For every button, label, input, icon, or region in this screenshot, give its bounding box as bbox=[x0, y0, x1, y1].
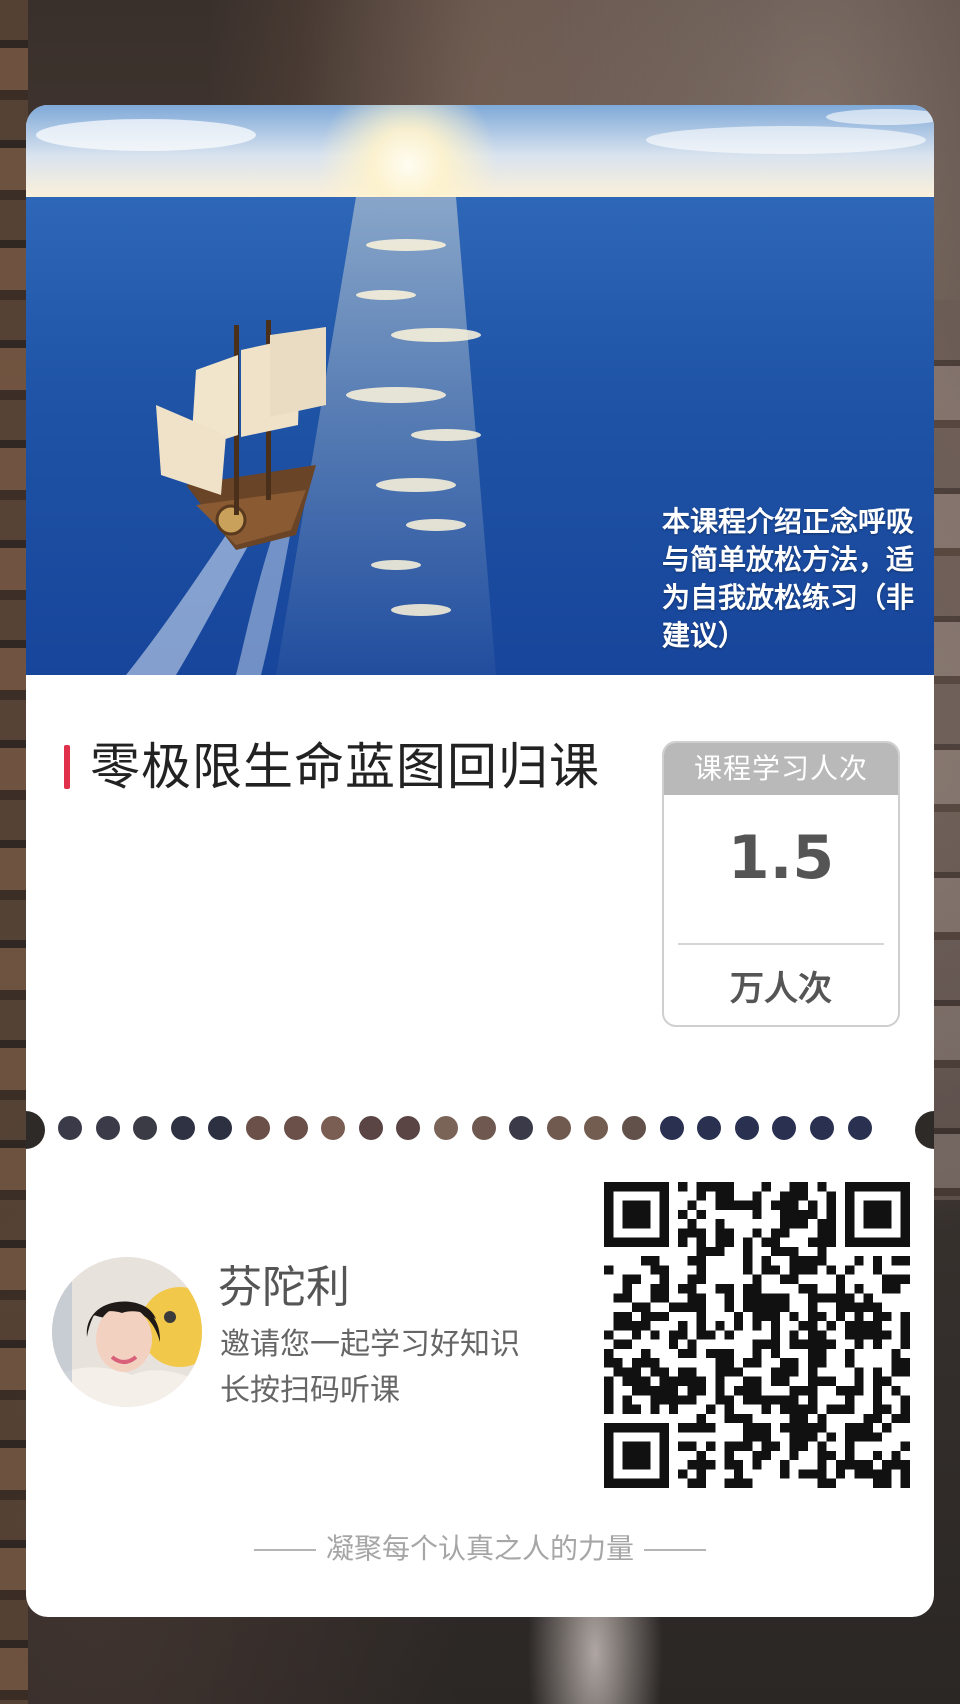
perforation-dot bbox=[697, 1116, 722, 1140]
avatar-photo bbox=[52, 1257, 202, 1407]
perforation-dot bbox=[283, 1116, 308, 1140]
footer-slogan: 凝聚每个认真之人的力量 bbox=[325, 1532, 634, 1565]
course-title: 零极限生命蓝图回归课 bbox=[90, 738, 600, 796]
perforation-dot bbox=[471, 1116, 496, 1140]
title-accent-bar bbox=[64, 745, 70, 789]
hero-image: 本课程介绍正念呼吸 与简单放松方法，适 为自我放松练习（非 建议） bbox=[26, 105, 934, 675]
perforation-dot bbox=[246, 1116, 270, 1140]
perforation-dot bbox=[584, 1116, 609, 1140]
perforation-dot bbox=[208, 1116, 233, 1140]
stats-unit: 万人次 bbox=[730, 969, 832, 1009]
footer-slogan-row: 凝聚每个认真之人的力量 bbox=[26, 1527, 934, 1567]
perforation-dot bbox=[321, 1116, 346, 1140]
bookshelf-left bbox=[0, 0, 28, 1704]
footer-dash-right bbox=[644, 1549, 706, 1551]
perforation-dot bbox=[772, 1116, 797, 1140]
perforation-dot bbox=[358, 1116, 383, 1140]
perforation-dot bbox=[734, 1116, 759, 1140]
perforation-dot bbox=[58, 1116, 82, 1140]
stats-header: 课程学习人次 bbox=[664, 743, 898, 795]
learning-count-box: 课程学习人次 1.5 万人次 bbox=[662, 741, 900, 1027]
author-name: 芬陀利 bbox=[218, 1262, 350, 1313]
perforation-dot bbox=[396, 1116, 421, 1140]
perforation-dot bbox=[133, 1116, 158, 1140]
perforation-dot bbox=[546, 1116, 571, 1140]
perforation-dot bbox=[847, 1116, 872, 1140]
footer-dash-left bbox=[253, 1549, 316, 1551]
course-share-card: 本课程介绍正念呼吸 与简单放松方法，适 为自我放松练习（非 建议） 零极限生命蓝… bbox=[26, 105, 934, 1617]
perforation-dot bbox=[659, 1116, 684, 1140]
author-invite-text: 邀请您一起学习好知识 bbox=[220, 1327, 520, 1362]
perforation-dot bbox=[622, 1116, 646, 1140]
perforation-dot bbox=[170, 1116, 195, 1140]
perforation-dot bbox=[810, 1116, 834, 1140]
perforation-dot bbox=[95, 1116, 120, 1140]
stats-value: 1.5 bbox=[727, 823, 835, 893]
hero-caption: 本课程介绍正念呼吸 与简单放松方法，适 为自我放松练习（非 建议） bbox=[662, 505, 915, 652]
scan-hint-text: 长按扫码听课 bbox=[220, 1373, 400, 1408]
stats-divider bbox=[678, 943, 884, 945]
avatar bbox=[52, 1257, 202, 1407]
perforation-dot bbox=[434, 1116, 458, 1140]
bookshelf-right bbox=[934, 300, 960, 1200]
qr-code-icon[interactable] bbox=[604, 1182, 910, 1488]
perforation-dot bbox=[509, 1116, 534, 1140]
ticket-perforation bbox=[26, 1113, 934, 1143]
